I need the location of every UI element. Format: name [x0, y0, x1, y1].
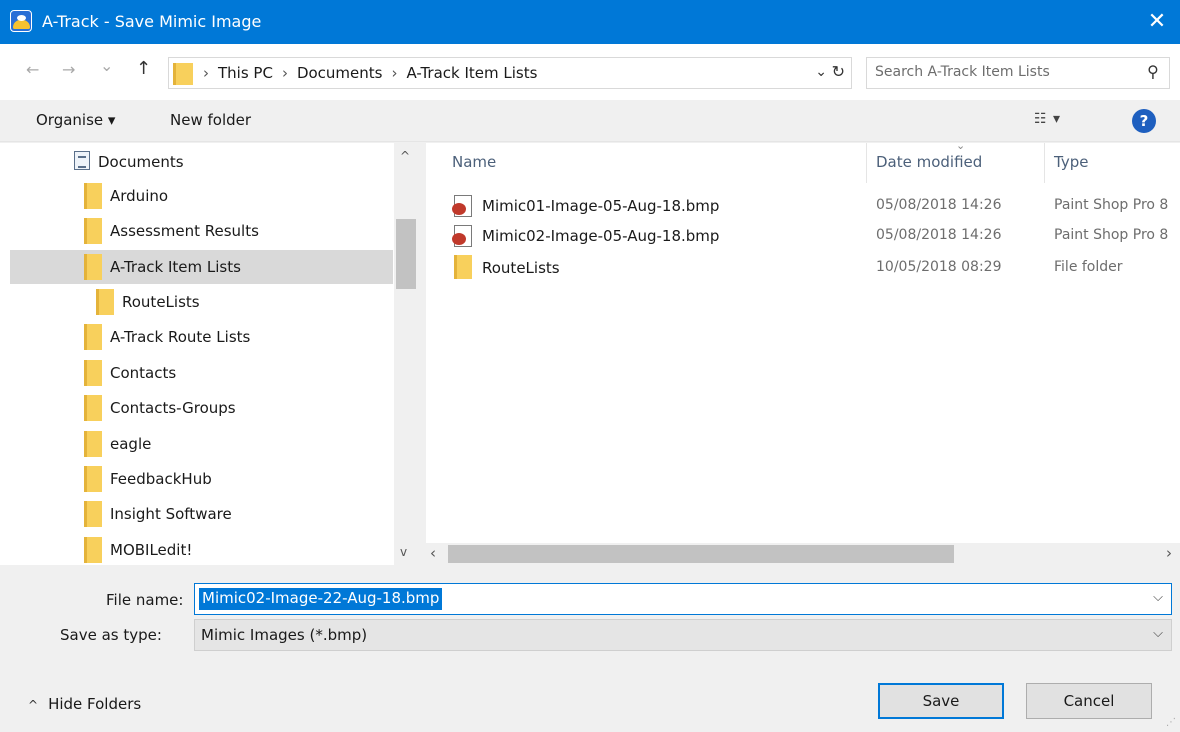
save-as-type-select[interactable]: Mimic Images (*.bmp) ⌵: [194, 619, 1172, 651]
nav-item-label: eagle: [110, 435, 152, 453]
organise-menu[interactable]: Organise ▾: [36, 111, 115, 129]
close-button[interactable]: ✕: [1134, 0, 1180, 44]
folder-icon: [84, 324, 102, 350]
folder-icon: [84, 501, 102, 527]
search-icon[interactable]: ⚲: [1147, 62, 1159, 81]
nav-item-label: A-Track Item Lists: [110, 258, 241, 276]
file-date: 10/05/2018 08:29: [876, 259, 1002, 275]
folder-icon: [173, 63, 193, 85]
cancel-button[interactable]: Cancel: [1026, 683, 1152, 719]
sort-indicator-icon: ⌄: [956, 143, 966, 152]
folder-icon: [84, 431, 102, 457]
breadcrumb-separator: ›: [391, 64, 398, 82]
column-header-type[interactable]: Type: [1054, 153, 1088, 171]
nav-item-label: Contacts-Groups: [110, 399, 236, 417]
folder-icon: [84, 537, 102, 563]
up-arrow-icon[interactable]: ↑: [136, 58, 151, 79]
pane-divider[interactable]: [418, 143, 426, 565]
scroll-right-icon[interactable]: ›: [1166, 544, 1172, 562]
breadcrumb-a-track-item-lists[interactable]: A-Track Item Lists: [406, 64, 537, 82]
file-name: Mimic02-Image-05-Aug-18.bmp: [482, 227, 720, 245]
scroll-left-icon[interactable]: ‹: [430, 544, 436, 562]
bmp-file-icon: [452, 195, 472, 217]
nav-item-label: Contacts: [110, 364, 177, 382]
file-name: RouteLists: [482, 259, 560, 277]
scroll-down-icon[interactable]: v: [400, 545, 407, 559]
file-name-label: File name:: [106, 591, 184, 609]
file-name-field[interactable]: Mimic02-Image-22-Aug-18.bmp ⌵: [194, 583, 1172, 615]
search-input[interactable]: [875, 64, 1125, 80]
file-row[interactable]: Mimic02-Image-05-Aug-18.bmp 05/08/2018 1…: [426, 221, 1180, 251]
nav-item-label: Insight Software: [110, 505, 232, 523]
folder-icon: [454, 255, 472, 279]
chevron-down-icon[interactable]: ⌄: [815, 64, 827, 80]
file-type: Paint Shop Pro 8: [1054, 197, 1169, 213]
column-header-date-modified[interactable]: Date modified: [876, 153, 982, 171]
breadcrumb-documents[interactable]: Documents: [297, 64, 383, 82]
help-icon[interactable]: ?: [1132, 109, 1156, 133]
nav-item-label: A-Track Route Lists: [110, 328, 251, 346]
app-icon: [10, 10, 32, 32]
hide-folders-label: Hide Folders: [48, 695, 142, 713]
bmp-file-icon: [452, 225, 472, 247]
file-name-value[interactable]: Mimic02-Image-22-Aug-18.bmp: [199, 588, 443, 610]
file-list-scroll-thumb[interactable]: [448, 545, 954, 563]
save-form: File name: Mimic02-Image-22-Aug-18.bmp ⌵…: [0, 565, 1180, 732]
address-bar: ← → ⌄ ↑ › This PC › Documents › A-Track Item …: [0, 44, 1180, 100]
chevron-down-icon[interactable]: ⌵: [1153, 626, 1163, 641]
nav-scroll-thumb[interactable]: [396, 219, 416, 289]
resize-grip-icon[interactable]: ⋰: [1166, 717, 1176, 728]
folder-icon: [84, 395, 102, 421]
column-divider[interactable]: [866, 143, 867, 183]
file-list-pane: ⌄ Name Date modified Type Mimic01-Image-…: [426, 143, 1180, 565]
chevron-down-icon[interactable]: ⌵: [1153, 590, 1163, 605]
folder-icon: [84, 254, 102, 280]
nav-item-label: Arduino: [110, 187, 169, 205]
file-row[interactable]: Mimic01-Image-05-Aug-18.bmp 05/08/2018 1…: [426, 191, 1180, 221]
recent-locations-icon[interactable]: ⌄: [100, 56, 113, 75]
file-name: Mimic01-Image-05-Aug-18.bmp: [482, 197, 720, 215]
forward-arrow-icon[interactable]: →: [62, 60, 75, 79]
file-list-scrollbar[interactable]: ‹ ›: [426, 543, 1180, 565]
file-row[interactable]: RouteLists 10/05/2018 08:29 File folder: [426, 253, 1180, 283]
breadcrumb-separator: ›: [281, 64, 288, 82]
folder-icon: [96, 289, 114, 315]
documents-icon: [74, 151, 90, 170]
breadcrumb: › This PC › Documents › A-Track Item Lists: [203, 64, 537, 82]
file-type: Paint Shop Pro 8: [1054, 227, 1169, 243]
folder-icon: [84, 360, 102, 386]
nav-item-label: Assessment Results: [110, 222, 259, 240]
nav-scrollbar[interactable]: ^ v: [394, 143, 418, 565]
column-header-name[interactable]: Name: [452, 153, 496, 171]
title-bar: A-Track - Save Mimic Image ✕: [0, 0, 1180, 44]
hide-folders-button[interactable]: ^ Hide Folders: [28, 695, 141, 713]
view-options-icon[interactable]: ☷ ▾: [1034, 111, 1061, 127]
nav-item-label: MOBILedit!: [110, 541, 193, 559]
file-date: 05/08/2018 14:26: [876, 227, 1002, 243]
command-bar: Organise ▾ New folder ☷ ▾ ?: [0, 100, 1180, 142]
window-title: A-Track - Save Mimic Image: [42, 12, 262, 31]
scroll-up-icon[interactable]: ^: [400, 149, 410, 163]
back-arrow-icon[interactable]: ←: [26, 60, 39, 79]
path-bar[interactable]: › This PC › Documents › A-Track Item Lists ⌄ …: [168, 57, 852, 89]
nav-item-label: FeedbackHub: [110, 470, 212, 488]
navigation-pane: Documents Arduino Assessment Results A-T…: [0, 143, 418, 565]
refresh-icon[interactable]: ↻: [832, 62, 845, 81]
save-as-type-label: Save as type:: [60, 626, 162, 644]
new-folder-button[interactable]: New folder: [170, 111, 251, 129]
search-box: ⚲: [866, 57, 1170, 89]
nav-item-label: Documents: [98, 153, 184, 171]
save-as-type-value: Mimic Images (*.bmp): [201, 626, 368, 644]
folder-icon: [84, 466, 102, 492]
column-divider[interactable]: [1044, 143, 1045, 183]
file-type: File folder: [1054, 259, 1123, 275]
breadcrumb-separator: ›: [203, 64, 209, 82]
breadcrumb-this-pc[interactable]: This PC: [218, 64, 273, 82]
save-button[interactable]: Save: [878, 683, 1004, 719]
folder-icon: [84, 183, 102, 209]
chevron-up-icon: ^: [28, 698, 39, 712]
folder-icon: [84, 218, 102, 244]
file-date: 05/08/2018 14:26: [876, 197, 1002, 213]
nav-item-label: RouteLists: [122, 293, 200, 311]
